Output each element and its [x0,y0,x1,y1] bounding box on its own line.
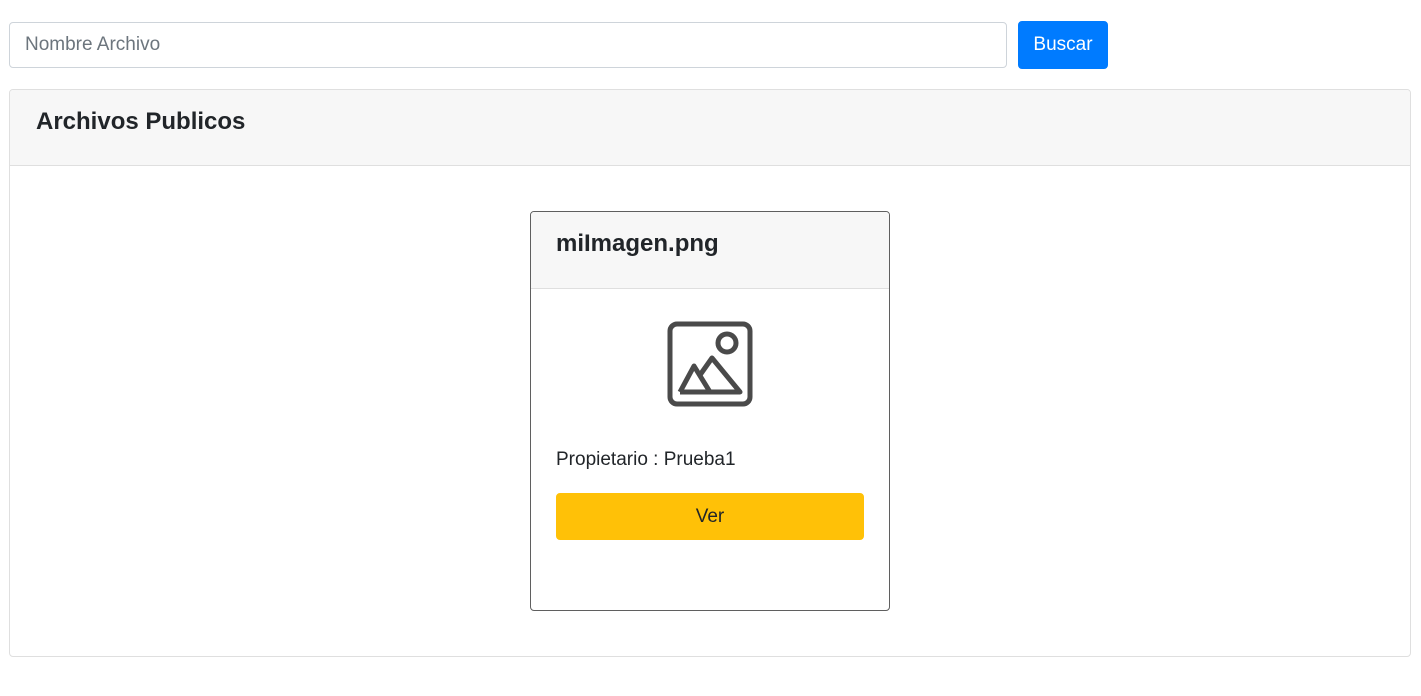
file-card: miImagen.png Propietario : Prueba1 Ver [530,211,890,611]
panel-header: Archivos Publicos [10,90,1410,166]
search-button[interactable]: Buscar [1018,21,1108,69]
file-card-header: miImagen.png [531,212,889,289]
file-name: miImagen.png [556,230,719,257]
owner-name: Prueba1 [663,449,736,470]
search-bar: Buscar [9,21,1108,69]
owner-label: Propietario [556,449,648,470]
view-file-button[interactable]: Ver [556,493,864,540]
file-owner: Propietario : Prueba1 [556,449,736,471]
image-icon [667,321,753,407]
public-files-panel: Archivos Publicos miImagen.png Propietar… [9,89,1411,657]
owner-separator: : [647,449,664,470]
panel-title: Archivos Publicos [36,107,246,135]
search-input[interactable] [9,22,1007,68]
